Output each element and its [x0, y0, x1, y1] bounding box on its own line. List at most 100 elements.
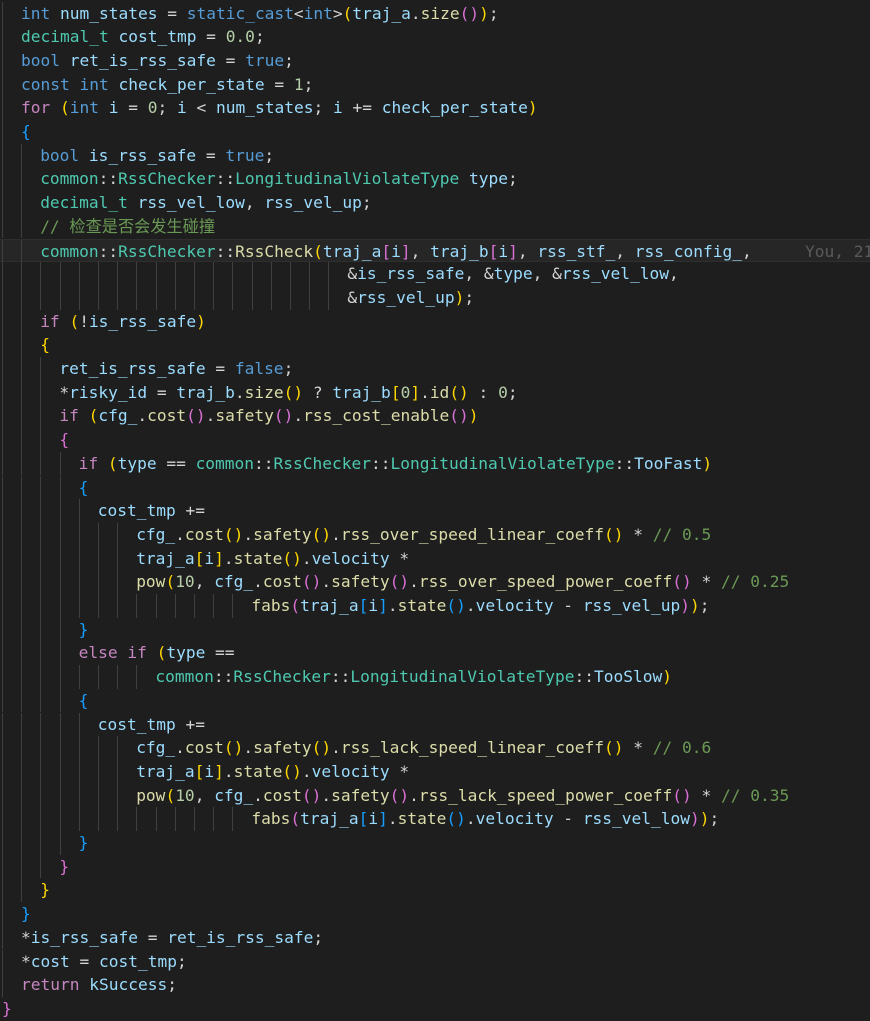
git-blame-annotation[interactable]: You, 21	[805, 240, 870, 264]
code-token: false	[234, 359, 284, 378]
code-editor[interactable]: int num_states = static_cast<int>(traj_a…	[0, 0, 870, 1021]
code-token: ::	[574, 667, 595, 687]
code-line[interactable]: decimal_t cost_tmp = 0.0;	[0, 25, 870, 49]
indent-guide	[59, 665, 61, 689]
code-token: // 0.25	[721, 572, 790, 592]
code-line[interactable]: // 检查是否会发生碰撞	[0, 214, 870, 239]
code-line[interactable]: const int check_per_state = 1;	[0, 72, 870, 97]
code-line[interactable]: common::RssChecker::RssCheck(traj_a[i], …	[0, 238, 870, 264]
code-line[interactable]: traj_a[i].state().velocity *	[0, 759, 870, 784]
code-token: 0.0	[225, 27, 255, 47]
code-line[interactable]: decimal_t rss_vel_low, rss_vel_up;	[0, 191, 870, 215]
code-line[interactable]: bool ret_is_rss_safe = true;	[0, 48, 870, 73]
code-line[interactable]: cfg_.cost().safety().rss_lack_speed_line…	[0, 736, 870, 760]
code-token: ()	[449, 406, 469, 426]
code-line[interactable]: }	[0, 878, 870, 903]
code-token: rss_vel_up	[357, 287, 455, 307]
code-text: cfg_.cost().safety().rss_over_speed_line…	[136, 523, 711, 547]
code-token: {	[78, 690, 89, 710]
code-line[interactable]: if (!is_rss_safe)	[0, 309, 870, 334]
code-token: ()	[672, 785, 692, 805]
code-token: }	[78, 619, 89, 639]
code-token: :	[468, 382, 499, 402]
code-token: )	[454, 287, 465, 307]
code-line[interactable]: pow(10, cfg_.cost().safety().rss_lack_sp…	[0, 783, 870, 808]
code-line[interactable]: *cost = cost_tmp;	[0, 949, 870, 974]
code-token: cost	[184, 524, 224, 544]
code-line[interactable]: cfg_.cost().safety().rss_over_speed_line…	[0, 522, 870, 547]
code-line[interactable]: {	[0, 428, 870, 452]
code-token: ;	[176, 951, 187, 971]
code-line[interactable]: {	[0, 475, 870, 500]
code-token: i	[108, 98, 119, 118]
indent-guide	[2, 357, 3, 381]
code-text: }	[21, 902, 31, 926]
code-line[interactable]: &is_rss_safe, &type, &rss_vel_low,	[0, 262, 870, 286]
indent-guide	[21, 712, 23, 737]
code-line[interactable]: traj_a[i].state().velocity *	[0, 546, 870, 571]
code-token: rss_cost_enable	[303, 406, 450, 426]
code-line[interactable]: *risky_id = traj_b.size() ? traj_b[0].id…	[0, 380, 870, 405]
code-token: if	[127, 643, 147, 663]
code-token: >	[332, 3, 343, 23]
indent-guide	[251, 262, 253, 286]
code-token: ()	[672, 572, 692, 592]
code-line[interactable]: if (cfg_.cost().safety().rss_cost_enable…	[0, 404, 870, 429]
code-line[interactable]: else if (type ==	[0, 641, 870, 666]
code-token: cost_tmp	[118, 27, 197, 47]
code-line[interactable]: }	[0, 902, 870, 926]
indent-guide	[328, 285, 330, 310]
indent-guide	[59, 712, 61, 737]
code-line[interactable]: {	[0, 688, 870, 713]
code-token: (	[165, 785, 176, 805]
code-line[interactable]: return kSuccess;	[0, 973, 870, 997]
code-token: ;	[167, 975, 177, 995]
indent-guide	[59, 831, 61, 855]
indent-guide	[2, 25, 3, 49]
code-line[interactable]: for (int i = 0; i < num_states; i += che…	[0, 96, 870, 120]
code-line[interactable]: cost_tmp +=	[0, 499, 870, 523]
code-line[interactable]: cost_tmp +=	[0, 712, 870, 737]
code-token: .	[410, 3, 421, 23]
code-line[interactable]: fabs(traj_a[i].state().velocity - rss_ve…	[0, 807, 870, 831]
code-token: common	[40, 169, 99, 189]
code-text: int num_states = static_cast<int>(traj_a…	[21, 2, 499, 26]
code-token: .	[387, 809, 398, 829]
code-line[interactable]: *is_rss_safe = ret_is_rss_safe;	[0, 925, 870, 950]
indent-guide	[40, 641, 42, 666]
code-line[interactable]: {	[0, 120, 870, 144]
code-line[interactable]: {	[0, 333, 870, 357]
code-line[interactable]: if (type == common::RssChecker::Longitud…	[0, 451, 870, 476]
code-token: ret_is_rss_safe	[167, 927, 314, 947]
code-line[interactable]: }	[0, 831, 870, 855]
code-line[interactable]: pow(10, cfg_.cost().safety().rss_over_sp…	[0, 570, 870, 594]
code-token: }	[40, 880, 50, 900]
code-token: .	[420, 382, 430, 402]
code-token: ,	[742, 241, 752, 261]
code-line[interactable]: common::RssChecker::LongitudinalViolateT…	[0, 167, 870, 192]
code-text: common::RssChecker::LongitudinalViolateT…	[155, 665, 672, 689]
code-text: decimal_t rss_vel_low, rss_vel_up;	[40, 191, 371, 215]
code-line[interactable]: }	[0, 854, 870, 879]
indent-guide	[40, 357, 42, 381]
code-line[interactable]: &rss_vel_up);	[0, 285, 870, 310]
code-line[interactable]: fabs(traj_a[i].state().velocity - rss_ve…	[0, 594, 870, 618]
code-line[interactable]: int num_states = static_cast<int>(traj_a…	[0, 1, 870, 26]
code-token: TooSlow	[594, 667, 663, 687]
code-token: else	[78, 643, 118, 663]
code-text: cost_tmp +=	[98, 713, 205, 737]
code-line[interactable]: }	[0, 997, 870, 1021]
code-token: ::	[215, 241, 236, 261]
code-line[interactable]: common::RssChecker::LongitudinalViolateT…	[0, 665, 870, 689]
code-line[interactable]: ret_is_rss_safe = false;	[0, 357, 870, 381]
code-text: {	[21, 120, 31, 144]
indent-guide	[2, 736, 3, 760]
indent-guide	[2, 783, 3, 808]
code-token: [	[390, 382, 401, 402]
code-line[interactable]: }	[0, 617, 870, 642]
code-token: // 0.5	[652, 524, 712, 544]
code-line[interactable]: bool is_rss_safe = true;	[0, 143, 870, 168]
code-token: ,	[615, 241, 635, 261]
